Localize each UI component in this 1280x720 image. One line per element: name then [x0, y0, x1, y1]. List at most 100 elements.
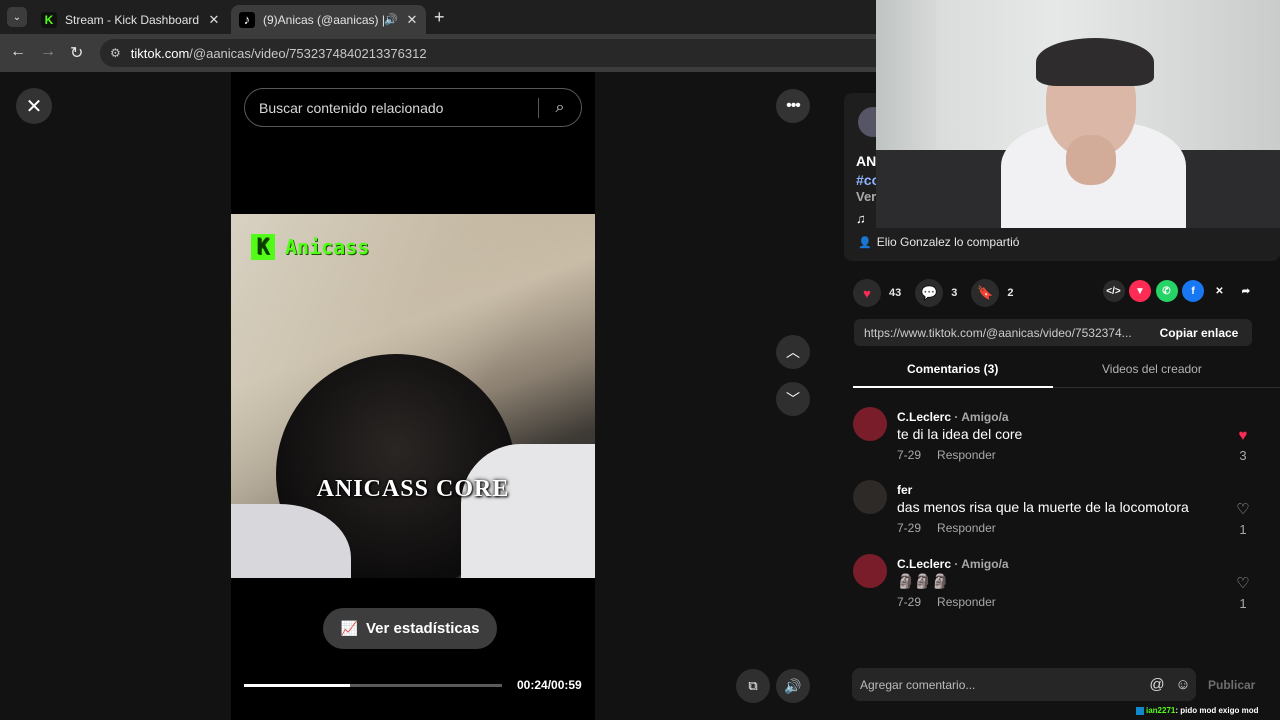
- more-options-button[interactable]: •••: [776, 89, 810, 123]
- shared-by-text: Elio Gonzalez lo compartió: [876, 235, 1020, 249]
- creator-name[interactable]: AN: [856, 153, 876, 169]
- tab-title: Stream - Kick Dashboard: [65, 12, 200, 27]
- volume-button[interactable]: 🔊: [776, 669, 810, 703]
- chevron-up-icon: ︿: [786, 344, 800, 360]
- commenter-name[interactable]: C.Leclerc · Amigo/a: [897, 410, 1009, 424]
- like-count: 43: [889, 287, 902, 299]
- comment-like-count: 3: [1239, 448, 1247, 463]
- webcam-overlay: [876, 0, 1280, 228]
- search-icon[interactable]: ⌕: [539, 99, 581, 117]
- commenter-username[interactable]: C.Leclerc: [897, 410, 951, 424]
- emoji-icon[interactable]: ☺: [1170, 676, 1196, 693]
- kick-logo-icon: K: [251, 234, 275, 260]
- copy-link-button[interactable]: Copiar enlace: [1146, 326, 1252, 340]
- music-note-icon[interactable]: ♫: [856, 211, 866, 226]
- chat-badge-icon: [1136, 706, 1144, 715]
- reply-button[interactable]: Responder: [937, 521, 996, 535]
- comment-action[interactable]: 💬 3: [915, 279, 957, 307]
- chevron-down-icon: ﹀: [786, 391, 800, 407]
- mention-icon[interactable]: @: [1144, 676, 1170, 693]
- comment-like[interactable]: ♥ 3: [1233, 427, 1253, 463]
- comment-input[interactable]: Agregar comentario...: [852, 678, 1144, 692]
- address-bar[interactable]: ⚙ tiktok.com/@aanicas/video/753237484021…: [100, 39, 900, 67]
- comment-like-count: 1: [1239, 596, 1247, 611]
- save-action[interactable]: 🔖 2: [971, 279, 1014, 307]
- tab-search-icon[interactable]: ⌄: [7, 7, 27, 27]
- comments-tabs: Comentarios (3) Videos del creador: [853, 354, 1280, 388]
- save-count: 2: [1007, 287, 1014, 299]
- webcam-person-cap: [1036, 38, 1154, 86]
- video-progress-fill: [244, 684, 350, 687]
- embed-icon[interactable]: </>: [1102, 280, 1125, 302]
- video-frame[interactable]: K Anicass ANICASS CORE: [231, 214, 595, 578]
- send-icon[interactable]: ▼: [1129, 280, 1151, 302]
- see-more-link[interactable]: Ver: [856, 189, 876, 204]
- previous-video-button[interactable]: ︿: [776, 335, 810, 369]
- reply-button[interactable]: Responder: [937, 595, 996, 609]
- comment-date: 7-29: [897, 448, 922, 462]
- new-tab-plus-icon[interactable]: +: [434, 7, 445, 28]
- chart-line-icon: 📈: [340, 620, 358, 636]
- commenter-avatar[interactable]: [853, 407, 887, 441]
- close-tab-icon[interactable]: ✕: [206, 12, 222, 28]
- like-action[interactable]: ♥ 43: [853, 279, 901, 307]
- comment-like[interactable]: ♡ 1: [1233, 500, 1253, 537]
- view-stats-button[interactable]: 📈 Ver estadísticas: [323, 608, 497, 649]
- commenter-relation: · Amigo/a: [951, 410, 1009, 424]
- comment-like[interactable]: ♡ 1: [1233, 574, 1253, 611]
- heart-icon[interactable]: ♥: [1233, 427, 1253, 444]
- reload-icon[interactable]: ↻: [70, 43, 83, 63]
- tab-comments[interactable]: Comentarios (3): [907, 362, 998, 376]
- back-arrow-icon[interactable]: ←: [10, 43, 26, 61]
- facebook-icon[interactable]: f: [1182, 280, 1204, 302]
- next-video-button[interactable]: ﹀: [776, 382, 810, 416]
- whatsapp-icon[interactable]: ✆: [1155, 280, 1178, 302]
- webcam-person-hand: [1066, 135, 1116, 185]
- comment-bubble-icon[interactable]: 💬: [915, 279, 944, 307]
- tab-tiktok[interactable]: ♪ (9)Anicas (@aanicas) | TikTo 🔊 ✕: [231, 5, 426, 34]
- comment-count: 3: [951, 287, 958, 299]
- video-progress-bar[interactable]: [244, 684, 502, 687]
- comment-like-count: 1: [1239, 522, 1247, 537]
- picture-in-picture-button[interactable]: ⧉: [736, 669, 770, 703]
- kick-overlay-logo: K Anicass: [251, 234, 369, 260]
- commenter-avatar[interactable]: [853, 480, 887, 514]
- close-tab-icon[interactable]: ✕: [404, 12, 420, 28]
- comment-date: 7-29: [897, 595, 922, 609]
- commenter-name[interactable]: fer: [897, 483, 912, 497]
- heart-icon[interactable]: ♡: [1233, 574, 1253, 592]
- speaker-icon[interactable]: 🔊: [384, 13, 398, 26]
- speaker-icon: 🔊: [784, 677, 802, 694]
- heart-icon[interactable]: ♥: [853, 279, 881, 307]
- comment-composer: Agregar comentario... @ ☺: [852, 668, 1196, 701]
- address-url: tiktok.com/@aanicas/video/75323748402133…: [131, 46, 427, 61]
- commenter-avatar[interactable]: [853, 554, 887, 588]
- site-info-icon[interactable]: ⚙: [110, 46, 121, 60]
- comment-text: 🗿🗿🗿: [897, 573, 950, 589]
- search-input[interactable]: Buscar contenido relacionado: [245, 100, 538, 116]
- publish-button[interactable]: Publicar: [1208, 678, 1255, 692]
- share-icons-row: </> ▼ ✆ f ✕ ➦: [1098, 280, 1257, 302]
- bookmark-icon[interactable]: 🔖: [971, 279, 1000, 307]
- overlay-channel-name: Anicass: [285, 235, 370, 259]
- comment-text: das menos risa que la muerte de la locom…: [897, 499, 1189, 515]
- heart-icon[interactable]: ♡: [1233, 500, 1253, 518]
- commenter-username[interactable]: fer: [897, 483, 912, 497]
- x-icon[interactable]: ✕: [1208, 280, 1231, 302]
- video-time: 00:24/00:59: [517, 678, 582, 692]
- tab-creator-videos[interactable]: Videos del creador: [1102, 362, 1202, 376]
- related-search-box[interactable]: Buscar contenido relacionado ⌕: [244, 88, 582, 127]
- commenter-username[interactable]: C.Leclerc: [897, 557, 951, 571]
- tab-kick-dashboard[interactable]: K Stream - Kick Dashboard ✕: [33, 5, 228, 34]
- video-caption: ANICASS CORE: [316, 476, 510, 502]
- repost-user-icon: 👤: [858, 236, 872, 249]
- share-arrow-icon[interactable]: ➦: [1235, 280, 1257, 302]
- url-path: /@aanicas/video/7532374840213376312: [189, 45, 427, 61]
- forward-arrow-icon[interactable]: →: [40, 43, 56, 61]
- close-video-button[interactable]: ✕: [16, 88, 52, 124]
- ellipsis-icon: •••: [786, 97, 801, 114]
- commenter-name[interactable]: C.Leclerc · Amigo/a: [897, 557, 1009, 571]
- close-icon: ✕: [25, 95, 43, 118]
- reply-button[interactable]: Responder: [937, 448, 996, 462]
- video-link-text[interactable]: https://www.tiktok.com/@aanicas/video/75…: [854, 326, 1146, 340]
